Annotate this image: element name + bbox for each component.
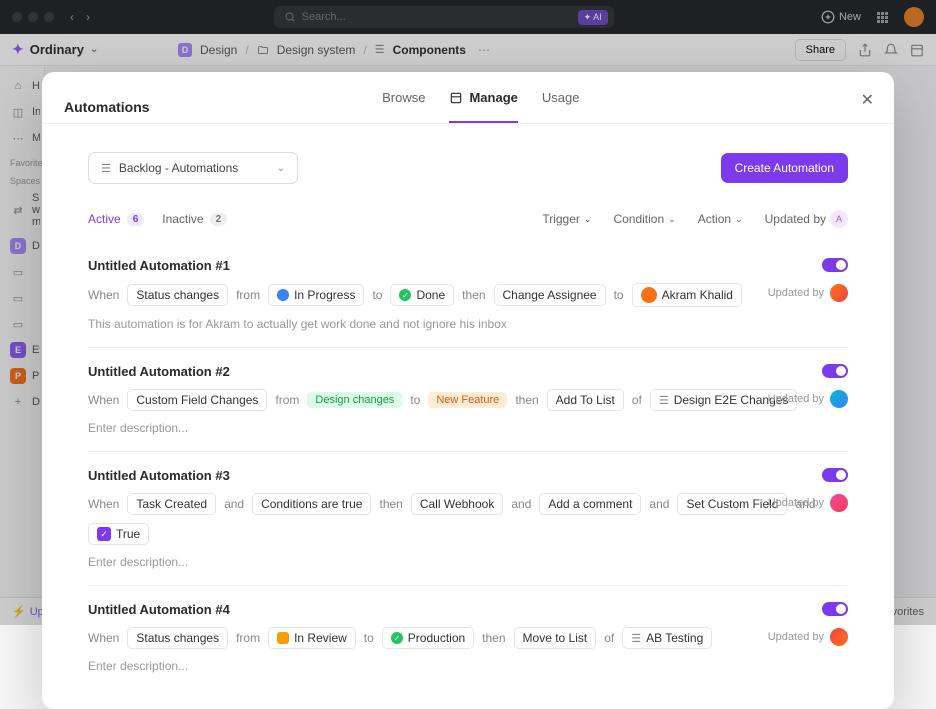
avatar-icon: [830, 284, 848, 302]
automation-rule: When Status changes from In Progress to …: [88, 283, 848, 307]
automation-title: Untitled Automation #1: [88, 258, 848, 273]
updatedby-filter[interactable]: Updated byA: [765, 210, 848, 228]
updated-by: Updated by: [768, 390, 848, 408]
field-from[interactable]: Design changes: [307, 392, 402, 408]
action-token[interactable]: Move to List: [514, 627, 597, 649]
trigger-token[interactable]: Task Created: [127, 493, 216, 515]
automation-description[interactable]: Enter description...: [88, 659, 848, 673]
tab-manage[interactable]: Manage: [449, 90, 517, 123]
action-token[interactable]: Change Assignee: [494, 284, 606, 306]
checkbox-icon: ✓: [97, 527, 111, 541]
status-from[interactable]: In Progress: [268, 284, 364, 306]
automation-row[interactable]: Untitled Automation #2 When Custom Field…: [88, 348, 848, 452]
automation-description[interactable]: This automation is for Akram to actually…: [88, 317, 848, 331]
location-selector[interactable]: ☰Backlog - Automations ⌄: [88, 152, 298, 184]
automation-toggle[interactable]: [822, 468, 848, 482]
chevron-down-icon: ⌄: [277, 163, 285, 174]
assignee-token[interactable]: Akram Khalid: [632, 283, 742, 307]
automation-row[interactable]: Untitled Automation #1 When Status chang…: [88, 242, 848, 348]
updated-by: Updated by: [768, 494, 848, 512]
updated-by: Updated by: [768, 284, 848, 302]
automation-row[interactable]: Untitled Automation #3 When Task Created…: [88, 452, 848, 586]
create-automation-button[interactable]: Create Automation: [721, 153, 848, 183]
status-from[interactable]: In Review: [268, 627, 356, 649]
automation-rule: When Task Created and Conditions are tru…: [88, 493, 848, 545]
trigger-token[interactable]: Status changes: [127, 284, 228, 306]
status-dot-icon: ✓: [399, 289, 411, 301]
condition-token[interactable]: Conditions are true: [252, 493, 371, 515]
automations-modal: Automations Browse Manage Usage ✕ ☰Backl…: [42, 72, 894, 709]
modal-title: Automations: [64, 99, 150, 115]
manage-icon: [449, 91, 463, 105]
list-token[interactable]: ☰AB Testing: [622, 627, 712, 649]
action-token[interactable]: Add a comment: [539, 493, 641, 515]
automation-rule: When Status changes from In Review to ✓P…: [88, 627, 848, 649]
avatar-icon: [641, 287, 657, 303]
automation-toggle[interactable]: [822, 258, 848, 272]
automation-toggle[interactable]: [822, 364, 848, 378]
list-icon: ☰: [101, 162, 111, 175]
automation-rule: When Custom Field Changes from Design ch…: [88, 389, 848, 411]
updated-by: Updated by: [768, 628, 848, 646]
automation-description[interactable]: Enter description...: [88, 421, 848, 435]
trigger-token[interactable]: Custom Field Changes: [127, 389, 267, 411]
automation-title: Untitled Automation #3: [88, 468, 848, 483]
condition-filter[interactable]: Condition⌄: [613, 212, 675, 226]
all-avatar-icon: A: [830, 210, 848, 228]
automation-title: Untitled Automation #2: [88, 364, 848, 379]
filter-inactive[interactable]: Inactive2: [162, 212, 227, 226]
cf-value[interactable]: ✓True: [88, 523, 149, 545]
action-token[interactable]: Call Webhook: [411, 493, 503, 515]
action-filter[interactable]: Action⌄: [698, 212, 743, 226]
tab-usage[interactable]: Usage: [542, 90, 580, 123]
automation-description[interactable]: Enter description...: [88, 555, 848, 569]
avatar-icon: [830, 494, 848, 512]
list-icon: ☰: [631, 632, 641, 645]
avatar-icon: [830, 390, 848, 408]
modal-overlay: Automations Browse Manage Usage ✕ ☰Backl…: [0, 0, 936, 625]
status-dot-icon: ✓: [391, 632, 403, 644]
status-to[interactable]: ✓Done: [390, 284, 454, 306]
status-dot-icon: [277, 632, 289, 644]
filter-active[interactable]: Active6: [88, 212, 144, 226]
automation-toggle[interactable]: [822, 602, 848, 616]
action-token[interactable]: Add To List: [547, 389, 624, 411]
status-dot-icon: [277, 289, 289, 301]
tab-browse[interactable]: Browse: [382, 90, 425, 123]
trigger-filter[interactable]: Trigger⌄: [542, 212, 591, 226]
automation-title: Untitled Automation #4: [88, 602, 848, 617]
avatar-icon: [830, 628, 848, 646]
trigger-token[interactable]: Status changes: [127, 627, 228, 649]
automation-row[interactable]: Untitled Automation #4 When Status chang…: [88, 586, 848, 689]
modal-tabs: Browse Manage Usage: [382, 90, 579, 123]
field-to[interactable]: New Feature: [428, 392, 507, 408]
list-icon: ☰: [659, 394, 669, 407]
close-button[interactable]: ✕: [861, 90, 874, 110]
status-to[interactable]: ✓Production: [382, 627, 474, 649]
